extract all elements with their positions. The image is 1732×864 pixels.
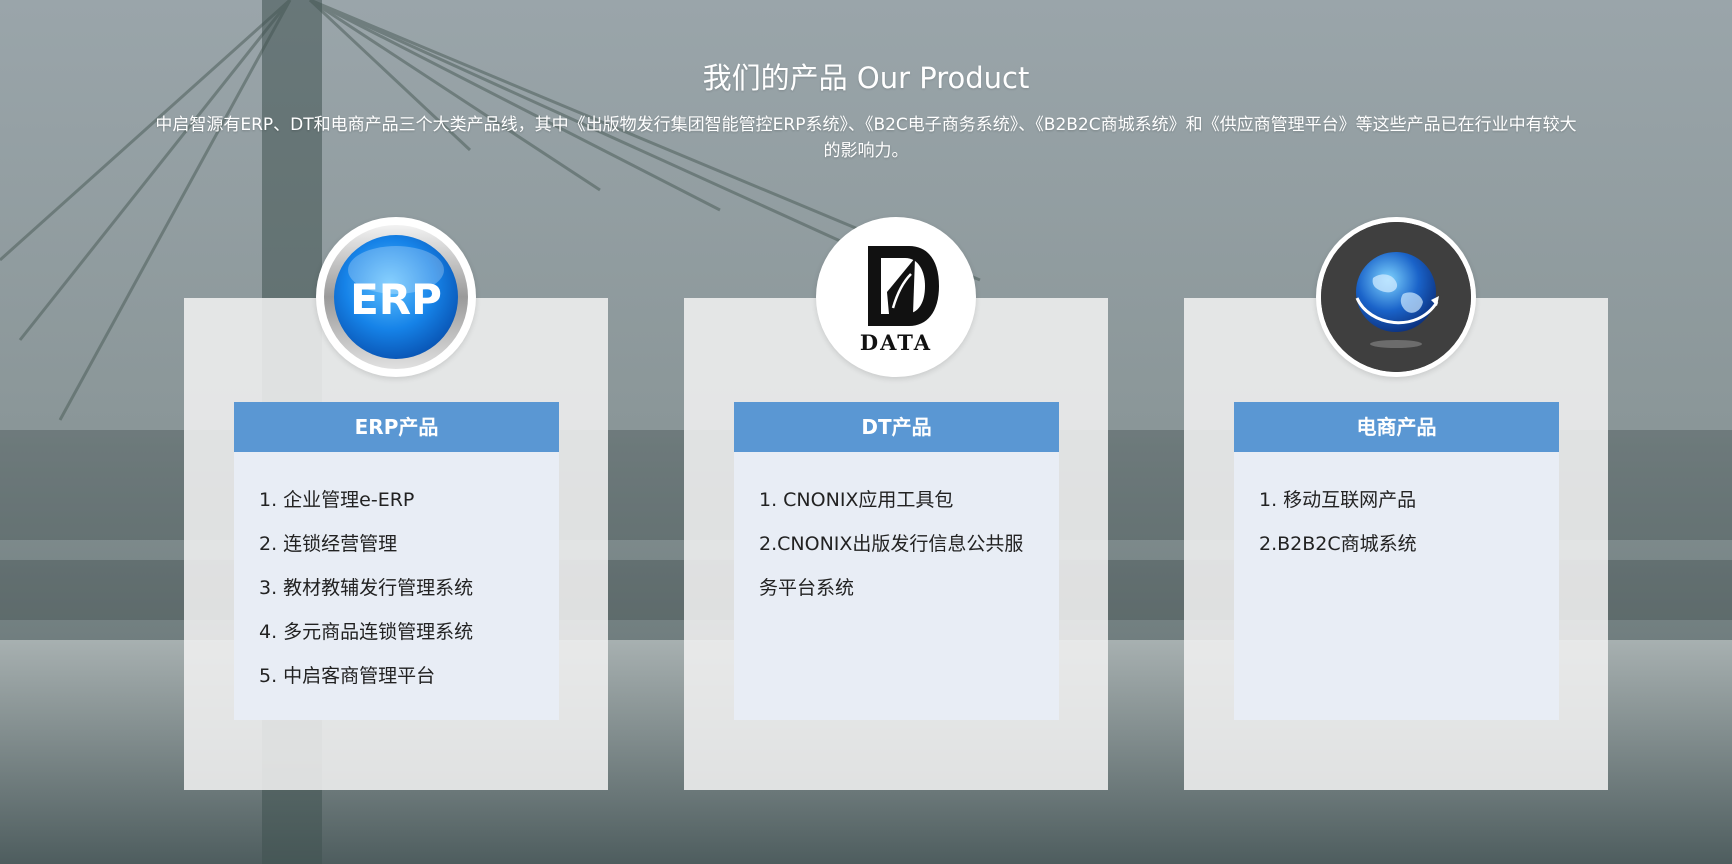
list-item[interactable]: 2.B2B2C商城系统 bbox=[1259, 522, 1534, 566]
svg-text:DATA: DATA bbox=[860, 330, 932, 355]
list-item[interactable]: 5. 中启客商管理平台 bbox=[259, 654, 534, 698]
globe-logo[interactable] bbox=[1316, 217, 1476, 377]
product-card-dt: DATA DT产品 1. CNONIX应用工具包 2.CNONIX出版发行信息公… bbox=[684, 217, 1108, 790]
globe-icon bbox=[1321, 222, 1471, 372]
list-item[interactable]: 1. CNONIX应用工具包 bbox=[759, 478, 1034, 522]
section-description: 中启智源有ERP、DT和电商产品三个大类产品线，其中《出版物发行集团智能管控ER… bbox=[155, 115, 1577, 161]
list-item[interactable]: 1. 企业管理e-ERP bbox=[259, 478, 534, 522]
list-item[interactable]: 2. 连锁经营管理 bbox=[259, 522, 534, 566]
list-item[interactable]: 4. 多元商品连锁管理系统 bbox=[259, 610, 534, 654]
section-title: 我们的产品 Our Product bbox=[702, 61, 1030, 95]
product-list: 1. 移动互联网产品 2.B2B2C商城系统 bbox=[1234, 452, 1559, 566]
erp-logo[interactable]: ERP bbox=[316, 217, 476, 377]
product-list: 1. 企业管理e-ERP 2. 连锁经营管理 3. 教材教辅发行管理系统 4. … bbox=[234, 452, 559, 698]
data-logo[interactable]: DATA bbox=[816, 217, 976, 377]
list-item[interactable]: 2.CNONIX出版发行信息公共服务平台系统 bbox=[759, 522, 1034, 610]
product-card-erp: ERP ERP产品 1. 企业管理e-ERP 2. 连锁经营管理 3. 教材教辅… bbox=[184, 217, 608, 790]
product-panel: 电商产品 1. 移动互联网产品 2.B2B2C商城系统 bbox=[1234, 402, 1559, 720]
product-title[interactable]: DT产品 bbox=[734, 402, 1059, 452]
svg-text:ERP: ERP bbox=[350, 275, 442, 324]
product-list: 1. CNONIX应用工具包 2.CNONIX出版发行信息公共服务平台系统 bbox=[734, 452, 1059, 610]
erp-badge-icon: ERP bbox=[324, 225, 468, 369]
section-header: 我们的产品 Our Product 中启智源有ERP、DT和电商产品三个大类产品… bbox=[0, 58, 1732, 164]
product-card-ecommerce: 电商产品 1. 移动互联网产品 2.B2B2C商城系统 bbox=[1184, 217, 1608, 790]
data-logo-icon: DATA bbox=[860, 246, 939, 355]
list-item[interactable]: 3. 教材教辅发行管理系统 bbox=[259, 566, 534, 610]
product-title[interactable]: ERP产品 bbox=[234, 402, 559, 452]
product-title[interactable]: 电商产品 bbox=[1234, 402, 1559, 452]
product-panel: ERP产品 1. 企业管理e-ERP 2. 连锁经营管理 3. 教材教辅发行管理… bbox=[234, 402, 559, 720]
product-panel: DT产品 1. CNONIX应用工具包 2.CNONIX出版发行信息公共服务平台… bbox=[734, 402, 1059, 720]
list-item[interactable]: 1. 移动互联网产品 bbox=[1259, 478, 1534, 522]
